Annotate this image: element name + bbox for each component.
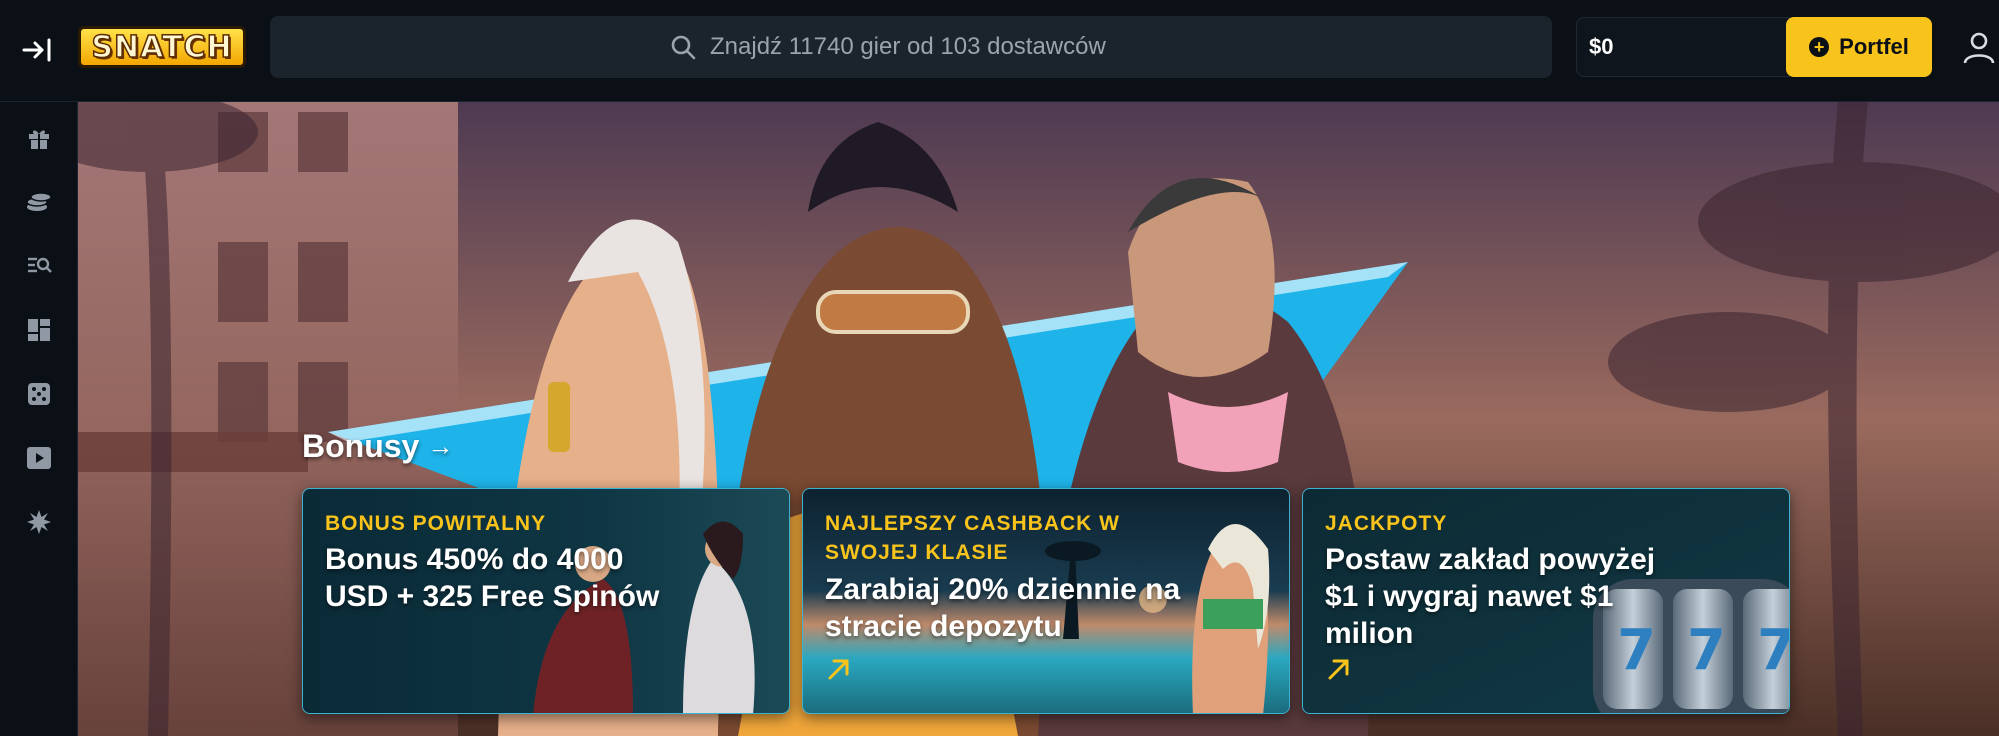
expand-sidebar-icon[interactable] [18, 30, 58, 70]
arrow-up-right-icon [828, 659, 849, 680]
gift-icon[interactable] [19, 118, 59, 158]
play-icon[interactable] [19, 438, 59, 478]
bonus-card-welcome[interactable]: BONUS POWITALNY Bonus 450% do 4000 USD +… [302, 488, 790, 714]
coins-icon[interactable] [19, 182, 59, 222]
hero-banner: Bonusy → BONUS POWITALNY Bonus 450% do 4… [78, 102, 1999, 736]
card-tag: JACKPOTY [1325, 512, 1448, 535]
logo-text: SNATCH [91, 29, 233, 66]
card-tag: NAJLEPSZY CASHBACK W SWOJEJ KLASIE [825, 512, 1120, 564]
card-text: Bonus 450% do 4000 USD + 325 Free Spinów [325, 543, 660, 613]
card-text: Zarabiaj 20% dziennie na stracie depozyt… [825, 573, 1181, 643]
wallet-label: Portfel [1839, 34, 1909, 59]
arrow-right-icon: → [427, 431, 454, 461]
top-bar: SNATCH $0 + Portfel [0, 0, 1999, 102]
section-title-text: Bonusy [302, 428, 420, 464]
search-bar[interactable] [270, 16, 1552, 78]
burst-icon[interactable] [19, 502, 59, 542]
balance-value: $0 [1589, 34, 1614, 59]
arrow-up-right-icon [1328, 659, 1349, 680]
card-text: Postaw zakład powyżej $1 i wygraj nawet … [1325, 543, 1656, 650]
bonus-card-cashback[interactable]: NAJLEPSZY CASHBACK W SWOJEJ KLASIE Zarab… [802, 488, 1290, 714]
dice-icon[interactable] [19, 374, 59, 414]
sidebar [0, 102, 78, 736]
svg-text:7: 7 [1757, 618, 1790, 683]
search-list-icon[interactable] [19, 246, 59, 286]
bonusy-link[interactable]: Bonusy → [302, 428, 453, 465]
balance-display[interactable]: $0 [1576, 17, 1790, 77]
card-tag: BONUS POWITALNY [325, 512, 547, 535]
svg-text:7: 7 [1687, 618, 1726, 683]
user-icon[interactable] [1962, 30, 1996, 64]
search-input[interactable] [708, 32, 1152, 62]
search-icon [671, 35, 696, 60]
wallet-button[interactable]: + Portfel [1786, 17, 1932, 77]
site-logo[interactable]: SNATCH [78, 26, 246, 68]
plus-icon: + [1809, 37, 1830, 57]
bonus-card-jackpot[interactable]: 7 7 7 JACKPOTY Postaw zakład powyżej $1 … [1302, 488, 1790, 714]
dashboard-icon[interactable] [19, 310, 59, 350]
